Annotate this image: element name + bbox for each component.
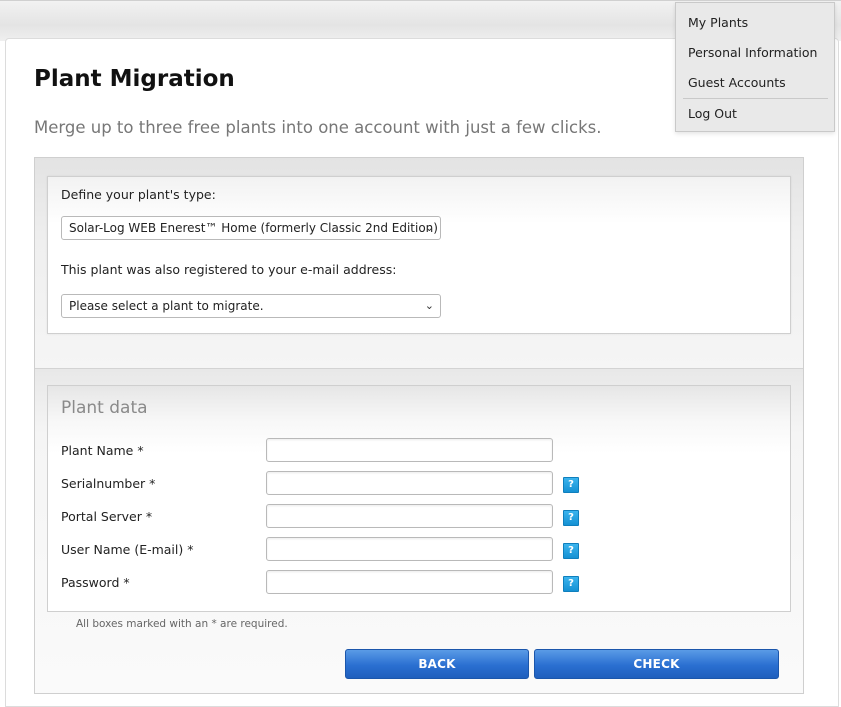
back-button[interactable]: BACK [345, 649, 529, 679]
menu-item-log-out[interactable]: Log Out [688, 106, 737, 121]
menu-item-my-plants[interactable]: My Plants [688, 15, 748, 30]
chevron-down-icon: ⌄ [424, 221, 434, 234]
user-menu-dropdown: My Plants Personal Information Guest Acc… [675, 2, 835, 132]
help-icon[interactable]: ? [563, 543, 579, 559]
portal-server-label: Portal Server * [61, 509, 153, 524]
menu-divider [683, 98, 828, 99]
plant-to-migrate-select[interactable]: Please select a plant to migrate. ⌄ [61, 294, 441, 318]
portal-server-input[interactable] [266, 504, 553, 528]
plant-name-label: Plant Name * [61, 443, 144, 458]
chevron-down-icon: ⌄ [424, 299, 434, 312]
page-title: Plant Migration [34, 66, 235, 92]
password-input[interactable] [266, 570, 553, 594]
user-name-input[interactable] [266, 537, 553, 561]
plant-data-title: Plant data [61, 398, 148, 418]
check-button[interactable]: CHECK [534, 649, 779, 679]
help-icon[interactable]: ? [563, 510, 579, 526]
plant-name-input[interactable] [266, 438, 553, 462]
serialnumber-input[interactable] [266, 471, 553, 495]
serialnumber-label: Serialnumber * [61, 476, 156, 491]
password-label: Password * [61, 575, 130, 590]
plant-type-select[interactable]: Solar-Log WEB Enerest™ Home (formerly Cl… [61, 216, 441, 240]
migration-form: Define your plant's type: Solar-Log WEB … [34, 157, 804, 694]
menu-item-guest-accounts[interactable]: Guest Accounts [688, 75, 786, 90]
registered-plant-label: This plant was also registered to your e… [61, 262, 397, 277]
page-subtitle: Merge up to three free plants into one a… [34, 118, 602, 137]
plant-type-select-value: Solar-Log WEB Enerest™ Home (formerly Cl… [69, 221, 438, 235]
user-name-label: User Name (E-mail) * [61, 542, 194, 557]
plant-type-label: Define your plant's type: [61, 187, 216, 202]
help-icon[interactable]: ? [563, 477, 579, 493]
menu-item-personal-information[interactable]: Personal Information [688, 45, 817, 60]
required-fields-note: All boxes marked with an * are required. [76, 618, 288, 630]
plant-type-section: Define your plant's type: Solar-Log WEB … [35, 158, 803, 369]
plant-type-card: Define your plant's type: Solar-Log WEB … [47, 176, 791, 334]
plant-to-migrate-select-value: Please select a plant to migrate. [69, 299, 264, 313]
plant-data-card: Plant data Plant Name * Serialnumber * ?… [47, 385, 791, 612]
help-icon[interactable]: ? [563, 576, 579, 592]
plant-data-section: Plant data Plant Name * Serialnumber * ?… [35, 369, 803, 693]
